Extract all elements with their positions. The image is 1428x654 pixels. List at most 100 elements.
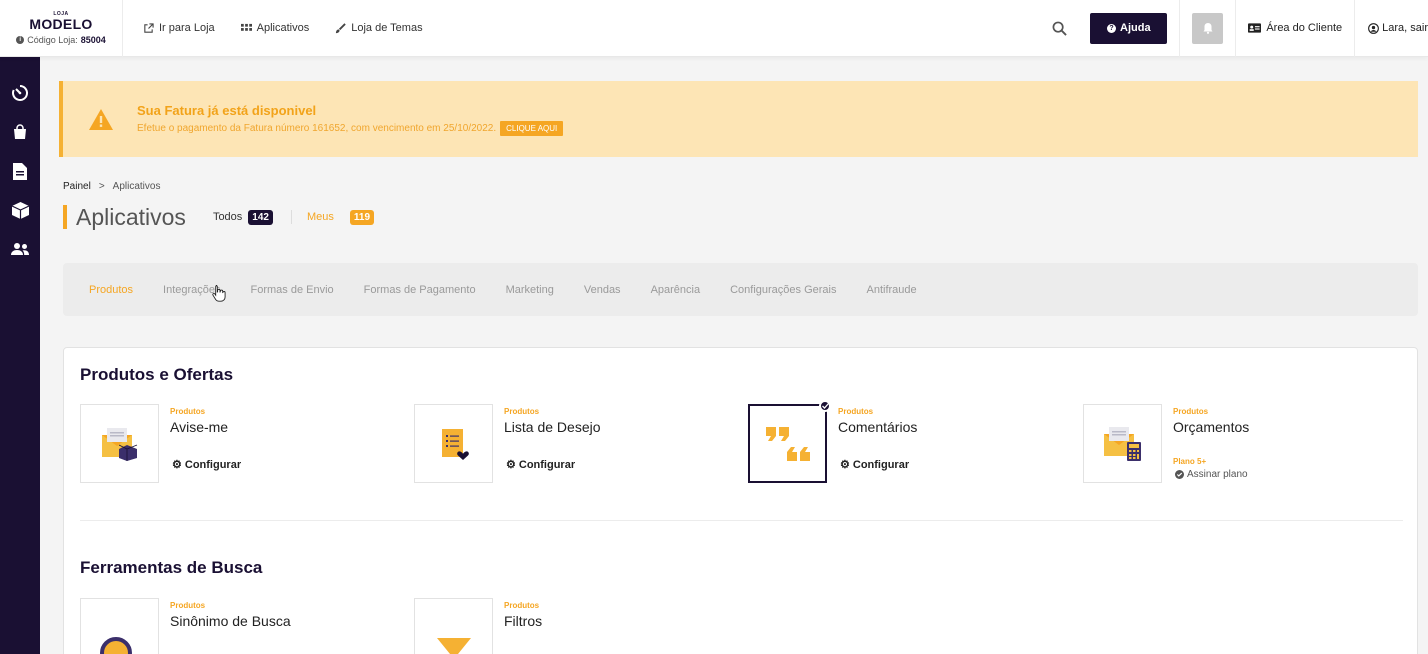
nav-label: Loja de Temas [351,22,423,34]
info-icon: i [16,36,25,44]
store-code-value: 85004 [80,35,106,45]
header-actions: ? Ajuda Área do Cliente Lara, sair [1042,0,1428,57]
app-card-avise-me: Produtos Avise-me ⚙ Configurar [80,404,410,484]
app-name: Comentários [838,419,918,435]
app-card-comments: Produtos Comentários ⚙ Configurar [748,400,1078,484]
nav-label: Aplicativos [256,22,310,34]
store-code-label: Código Loja: [27,35,78,45]
app-name: Lista de Desejo [504,419,601,435]
quotes-icon [765,426,810,461]
nav-label: Ir para Loja [159,22,215,34]
app-card-search-synonym: Produtos Sinônimo de Busca [80,598,410,654]
divider [290,210,292,224]
nav-go-to-store[interactable]: Ir para Loja [143,22,215,34]
document-icon[interactable] [10,161,30,181]
app-card-quotes: Produtos Orçamentos Plano 5+ Assinar pla… [1083,404,1413,484]
store-code: i Código Loja: 85004 [16,35,106,45]
configure-button[interactable]: ⚙ Configurar [506,458,576,472]
subscribe-label: Assinar plano [1187,469,1248,480]
configure-label: Configurar [518,458,576,471]
section-divider [80,520,1403,521]
breadcrumb-separator: > [98,181,105,192]
top-header: LOJA MODELO i Código Loja: 85004 Ir para… [0,0,1428,57]
search-icon[interactable] [1042,0,1076,57]
app-category: Produtos [170,601,206,610]
store-logo[interactable]: LOJA MODELO i Código Loja: 85004 [0,0,123,57]
check-icon [819,400,831,412]
check-circle-icon [1175,470,1184,479]
all-count-badge: 142 [248,209,273,225]
app-thumbnail[interactable] [1083,404,1162,483]
logo-name: MODELO [29,16,93,32]
user-circle-icon [1368,22,1380,34]
app-category: Produtos [170,407,206,416]
alert-content: Sua Fatura já está disponivel Efetue o p… [137,103,564,136]
tab-antifraud[interactable]: Antifraude [867,284,917,296]
top-nav: Ir para Loja Aplicativos Loja de Temas [143,22,423,34]
app-thumbnail[interactable] [414,598,493,654]
page-header: Aplicativos Todos 142 Meus 119 [63,203,375,231]
app-thumbnail[interactable] [748,400,831,483]
shopping-bag-icon[interactable] [10,122,30,142]
nav-theme-store[interactable]: Loja de Temas [335,22,423,34]
tab-products[interactable]: Produtos [89,284,133,296]
alert-body: Efetue o pagamento da Fatura número 1616… [137,120,564,136]
mine-count-badge: 119 [349,209,375,225]
warning-icon [89,108,113,130]
app-name: Orçamentos [1173,419,1250,435]
users-icon[interactable] [10,239,30,259]
magnifier-icon [99,636,132,654]
app-name: Avise-me [170,419,229,435]
title-accent-bar [63,205,67,229]
section-title: Produtos e Ofertas [80,365,234,384]
click-here-button[interactable]: CLIQUE AQUI [500,120,564,136]
question-icon: ? [1107,23,1117,33]
hand-cursor-icon [212,285,226,302]
breadcrumb: Painel > Aplicativos [63,181,160,192]
gear-icon: ⚙ [506,459,516,471]
tab-marketing[interactable]: Marketing [506,284,554,296]
filter-mine[interactable]: Meus [307,211,334,223]
nav-apps[interactable]: Aplicativos [240,22,310,34]
tab-sales[interactable]: Vendas [584,284,621,296]
plan-label: Plano 5+ [1173,457,1207,466]
tab-appearance[interactable]: Aparência [651,284,701,296]
help-label: Ajuda [1120,22,1151,34]
tab-payment[interactable]: Formas de Pagamento [364,284,476,296]
configure-button[interactable]: ⚙ Configurar [840,458,909,472]
app-card-filters: Produtos Filtros [414,598,744,654]
gear-icon: ⚙ [840,459,850,471]
breadcrumb-home[interactable]: Painel [63,181,91,192]
app-thumbnail[interactable] [414,404,493,483]
subscribe-plan-link[interactable]: Assinar plano [1175,469,1248,480]
page-title: Aplicativos [76,203,186,230]
configure-button[interactable]: ⚙ Configurar [172,458,242,472]
client-area-link[interactable]: Área do Cliente [1236,22,1354,34]
app-category: Produtos [504,601,540,610]
configure-label: Configurar [184,458,242,471]
filter-all[interactable]: Todos [213,211,242,223]
app-card-wishlist: Produtos Lista de Desejo ⚙ Configurar [414,404,744,484]
sidebar [0,57,40,654]
app-category: Produtos [1173,407,1209,416]
envelope-calculator-icon [1103,426,1141,461]
wishlist-icon [441,428,469,460]
section-title: Ferramentas de Busca [80,558,263,577]
box-icon[interactable] [10,200,30,220]
app-thumbnail[interactable] [80,404,159,483]
external-link-icon [144,22,154,33]
app-name: Sinônimo de Busca [170,613,291,629]
help-button[interactable]: ? Ajuda [1090,12,1168,44]
invoice-alert: Sua Fatura já está disponivel Efetue o p… [59,81,1418,157]
app-thumbnail[interactable] [80,598,159,654]
notifications-button[interactable] [1192,12,1224,44]
timer-icon[interactable] [10,83,30,103]
gear-icon: ⚙ [172,459,182,471]
app-category: Produtos [504,407,540,416]
tab-general-settings[interactable]: Configurações Gerais [730,284,836,296]
user-logout-link[interactable]: Lara, sair [1355,22,1428,34]
app-filter-counts: Todos 142 Meus 119 [213,209,375,225]
tab-shipping[interactable]: Formas de Envio [251,284,334,296]
client-area-label: Área do Cliente [1266,22,1343,34]
envelope-box-icon [101,427,137,461]
